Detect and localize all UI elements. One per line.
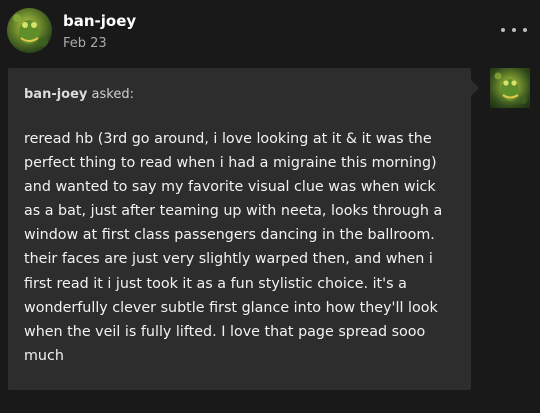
frog-avatar-image: [494, 72, 527, 104]
more-options-icon-dot: [512, 28, 516, 32]
question-line: first read it i just took it as a fun st…: [24, 275, 407, 292]
question-line: as a bat, just after teaming up with nee…: [24, 203, 443, 220]
question-line: and wanted to say my favorite visual clu…: [24, 179, 436, 196]
question-text: reread hb (3rd go around, i love looking…: [24, 127, 464, 368]
post-author-name[interactable]: ban-joey: [63, 12, 136, 30]
more-options-icon-dot: [523, 28, 527, 32]
ask-bubble: ban-joey asked: reread hb (3rd go around…: [8, 68, 479, 390]
question-line: window at first class passengers dancing…: [24, 227, 435, 244]
asker-name[interactable]: ban-joey: [24, 87, 87, 102]
question-line: when the veil is fully lifted. I love th…: [24, 323, 426, 340]
author-avatar[interactable]: [7, 8, 52, 53]
question-line: reread hb (3rd go around, i love looking…: [24, 131, 432, 147]
question-line: much: [24, 347, 64, 364]
more-options-button[interactable]: [501, 20, 527, 40]
asked-label: asked:: [87, 87, 134, 102]
frog-avatar-image: [13, 14, 48, 47]
more-options-icon: [501, 28, 505, 32]
question-line: perfect thing to read when i had a migra…: [24, 155, 437, 172]
post-date[interactable]: Feb 23: [63, 36, 107, 52]
asker-avatar[interactable]: [490, 68, 530, 108]
question-line: wonderfully clever subtle first glance i…: [24, 299, 438, 316]
question-line: their faces are just very slightly warpe…: [24, 251, 433, 268]
asked-line: ban-joey asked:: [24, 87, 134, 103]
